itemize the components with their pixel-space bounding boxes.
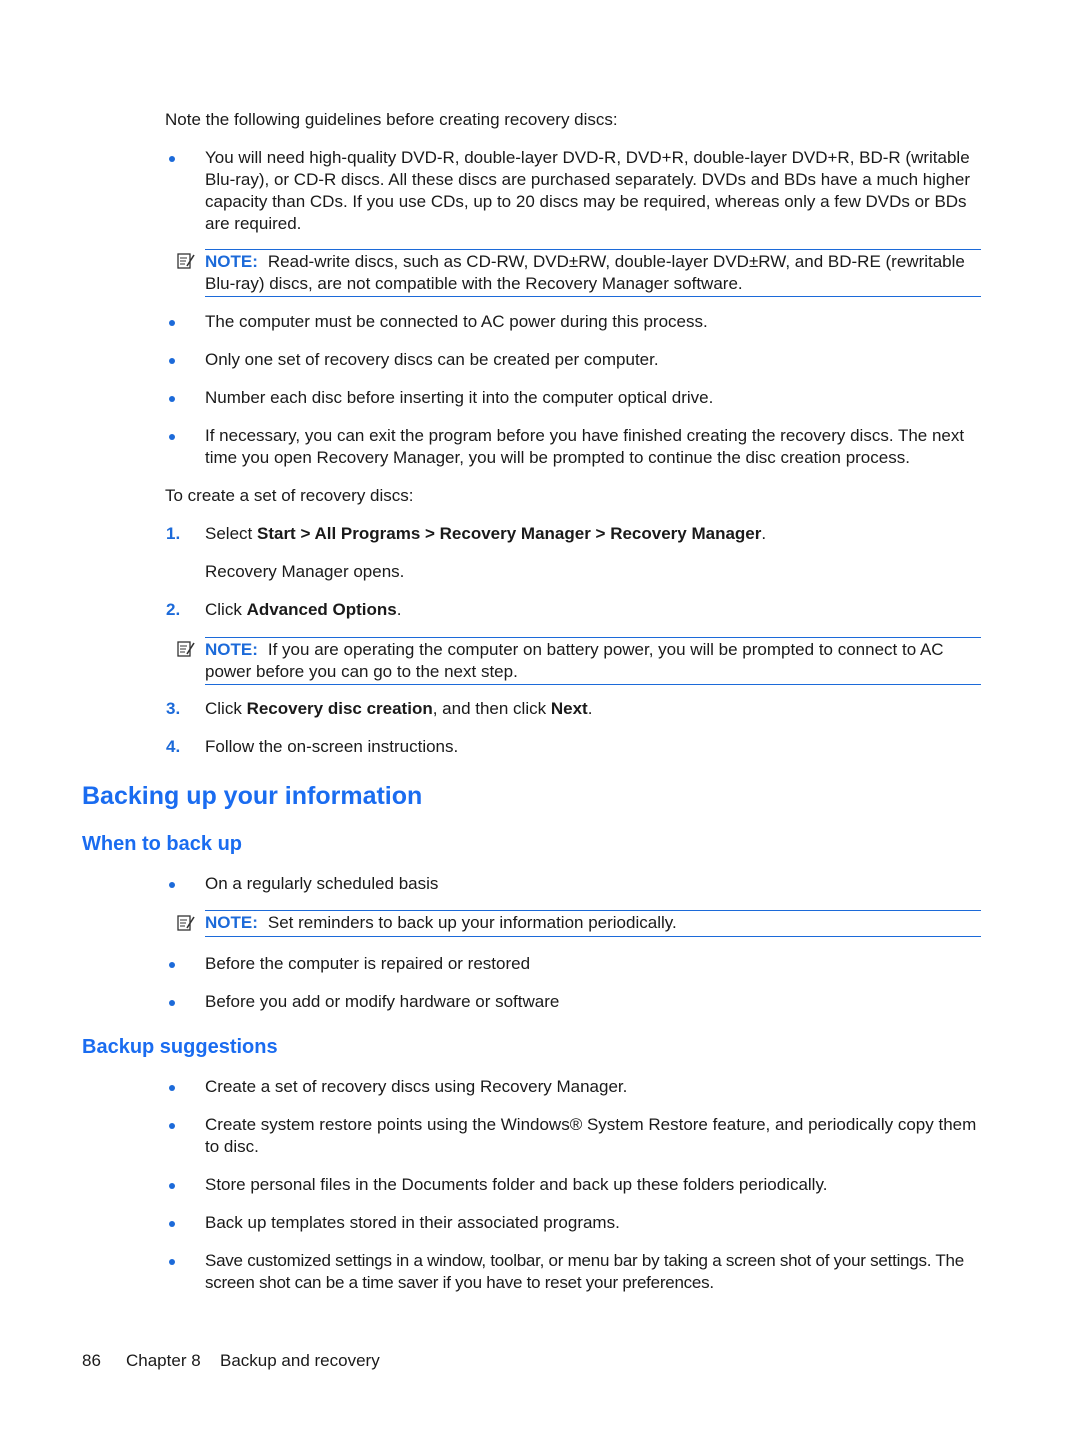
note-icon [177, 915, 195, 931]
step-1-result: Recovery Manager opens. [205, 562, 405, 581]
note-label: NOTE: [205, 640, 258, 659]
subsection-title-when: When to back up [82, 833, 242, 855]
note-icon [177, 253, 195, 269]
guideline-item: The computer must be connected to AC pow… [205, 312, 708, 331]
bullet-icon [169, 358, 175, 364]
guideline-item: If necessary, you can exit the program b… [205, 426, 965, 467]
step-2: Click Advanced Options. [205, 599, 985, 621]
step-number: 2. [166, 600, 181, 619]
bullet-icon [169, 320, 175, 326]
step-4: Follow the on-screen instructions. [205, 737, 459, 756]
note-icon [177, 641, 195, 657]
footer-chapter: Chapter 8 [126, 1351, 201, 1370]
section-title: Backing up your information [82, 782, 423, 810]
bullet-icon [169, 1259, 175, 1265]
bullet-icon [169, 1221, 175, 1227]
note-battery: NOTE: If you are operating the computer o… [205, 637, 981, 685]
step-option: Recovery disc creation [246, 699, 433, 718]
when-item: On a regularly scheduled basis [205, 874, 439, 893]
guideline-item: Number each disc before inserting it int… [205, 388, 714, 407]
bullet-icon [169, 1085, 175, 1091]
step-option: Advanced Options [246, 600, 397, 619]
note-text: Read-write discs, such as CD-RW, DVD±RW,… [205, 252, 965, 293]
note-text: Set reminders to back up your informatio… [267, 913, 677, 932]
step-menu-path: Start > All Programs > Recovery Manager … [256, 524, 762, 543]
suggestion-item: Back up templates stored in their associ… [205, 1213, 620, 1232]
note-label: NOTE: [205, 252, 258, 271]
suggestion-item: Store personal files in the Documents fo… [205, 1175, 828, 1194]
bullet-icon [169, 1123, 175, 1129]
when-item: Before the computer is repaired or resto… [205, 954, 531, 973]
step-1: Select Start > All Programs > Recovery M… [205, 523, 985, 545]
bullet-icon [169, 882, 175, 888]
footer-chapter-title: Backup and recovery [220, 1351, 380, 1370]
bullet-icon [169, 1000, 175, 1006]
when-item: Before you add or modify hardware or sof… [205, 992, 560, 1011]
note-text: If you are operating the computer on bat… [205, 640, 944, 681]
bullet-icon [169, 962, 175, 968]
bullet-icon [169, 156, 175, 162]
step-text: Select [205, 524, 257, 543]
note-label: NOTE: [205, 913, 258, 932]
suggestion-item: Create a set of recovery discs using Rec… [205, 1077, 628, 1096]
bullet-icon [169, 434, 175, 440]
intro-text: Note the following guidelines before cre… [165, 110, 618, 129]
step-text: Click [205, 600, 247, 619]
step-text: , and then click [432, 699, 551, 718]
step-text: . [396, 600, 402, 619]
note-discs: NOTE: Read-write discs, such as CD-RW, DV… [205, 249, 981, 297]
step-text: Click [205, 699, 247, 718]
suggestion-item: Create system restore points using the W… [205, 1115, 977, 1156]
guideline-item: Only one set of recovery discs can be cr… [205, 350, 659, 369]
bullet-icon [169, 396, 175, 402]
step-number: 3. [166, 699, 181, 718]
step-number: 1. [166, 524, 181, 543]
step-text: . [587, 699, 593, 718]
page-number: 86 [82, 1351, 101, 1370]
bullet-icon [169, 1183, 175, 1189]
step-text: . [761, 524, 767, 543]
step-number: 4. [166, 737, 181, 756]
subsection-title-suggestions: Backup suggestions [82, 1036, 278, 1058]
create-intro-text: To create a set of recovery discs: [165, 486, 414, 505]
note-reminders: NOTE: Set reminders to back up your infor… [205, 910, 981, 937]
step-button-name: Next [550, 699, 588, 718]
guideline-item: You will need high-quality DVD-R, double… [205, 148, 971, 233]
step-3: Click Recovery disc creation, and then c… [205, 698, 985, 720]
suggestion-item: Save customized settings in a window, to… [205, 1251, 964, 1292]
